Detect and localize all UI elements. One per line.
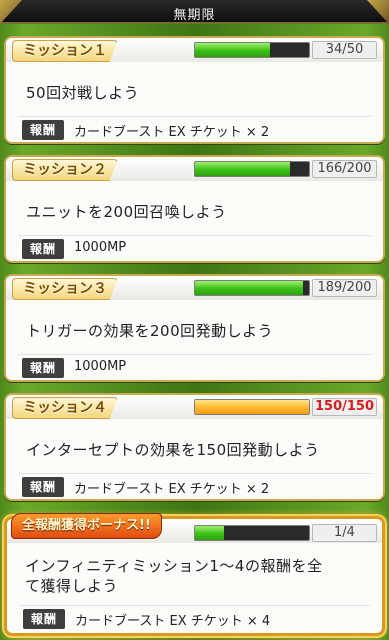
mission-card-4[interactable]: ミッション４ 150/150 インターセプトの効果を150回発動しよう 報酬 カ… xyxy=(4,393,385,501)
progress-count: 189/200 xyxy=(312,279,377,297)
reward-text: 1000MP xyxy=(74,359,127,374)
mission-title: ミッション２ xyxy=(12,159,118,181)
mission-card-1[interactable]: ミッション１ 34/50 50回対戦しよう 報酬 カードブースト EX チケット… xyxy=(4,36,385,144)
reward-label: 報酬 xyxy=(22,358,64,378)
reward-text: カードブースト EX チケット × 2 xyxy=(74,482,270,497)
reward-label: 報酬 xyxy=(22,120,64,140)
mission-description: ユニットを200回召喚しよう xyxy=(26,203,227,221)
progress-fill xyxy=(195,400,309,414)
reward-row: 報酬 1000MP xyxy=(18,354,371,378)
reward-row: 報酬 1000MP xyxy=(18,235,371,259)
mission-title: ミッション３ xyxy=(12,278,118,300)
reward-row: 報酬 カードブースト EX チケット × 2 xyxy=(18,473,371,497)
progress-bar xyxy=(194,399,310,415)
reward-text: カードブースト EX チケット × 4 xyxy=(75,614,271,629)
progress-fill xyxy=(195,162,290,176)
progress-count: 150/150 xyxy=(312,398,377,416)
progress-bar xyxy=(194,525,310,541)
progress-count: 34/50 xyxy=(312,41,377,59)
section-title: 無期限 xyxy=(173,8,216,23)
top-bar: 無期限 xyxy=(0,0,389,24)
reward-label: 報酬 xyxy=(22,239,64,259)
reward-text: カードブースト EX チケット × 2 xyxy=(74,125,270,140)
reward-text: 1000MP xyxy=(74,240,127,255)
reward-row: 報酬 カードブースト EX チケット × 2 xyxy=(18,116,371,140)
mission-card-2[interactable]: ミッション２ 166/200 ユニットを200回召喚しよう 報酬 1000MP xyxy=(4,155,385,263)
mission-description: インターセプトの効果を150回発動しよう xyxy=(26,441,320,459)
reward-label: 報酬 xyxy=(23,609,65,629)
mission-title: ミッション４ xyxy=(12,397,118,419)
progress-count: 166/200 xyxy=(312,160,377,178)
progress-bar xyxy=(194,280,310,296)
mission-description: 50回対戦しよう xyxy=(26,84,140,102)
progress-bar xyxy=(194,42,310,58)
progress-count: 1/4 xyxy=(312,524,377,542)
mission-title: ミッション１ xyxy=(12,40,118,62)
progress-fill xyxy=(195,526,224,540)
reward-label: 報酬 xyxy=(22,477,64,497)
progress-fill xyxy=(195,281,303,295)
bonus-card[interactable]: 全報酬獲得ボーナス!! 1/4 インフィニティミッション1〜4の報酬を全 て獲得… xyxy=(4,513,385,636)
bonus-description-line-2: て獲得しよう xyxy=(25,577,119,595)
progress-fill xyxy=(195,43,271,57)
bonus-title: 全報酬獲得ボーナス!! xyxy=(11,513,162,539)
progress-bar xyxy=(194,161,310,177)
mission-card-3[interactable]: ミッション３ 189/200 トリガーの効果を200回発動しよう 報酬 1000… xyxy=(4,274,385,382)
mission-description: トリガーの効果を200回発動しよう xyxy=(26,322,274,340)
reward-row: 報酬 カードブースト EX チケット × 4 xyxy=(19,605,370,629)
bonus-description-line-1: インフィニティミッション1〜4の報酬を全 xyxy=(25,557,323,575)
